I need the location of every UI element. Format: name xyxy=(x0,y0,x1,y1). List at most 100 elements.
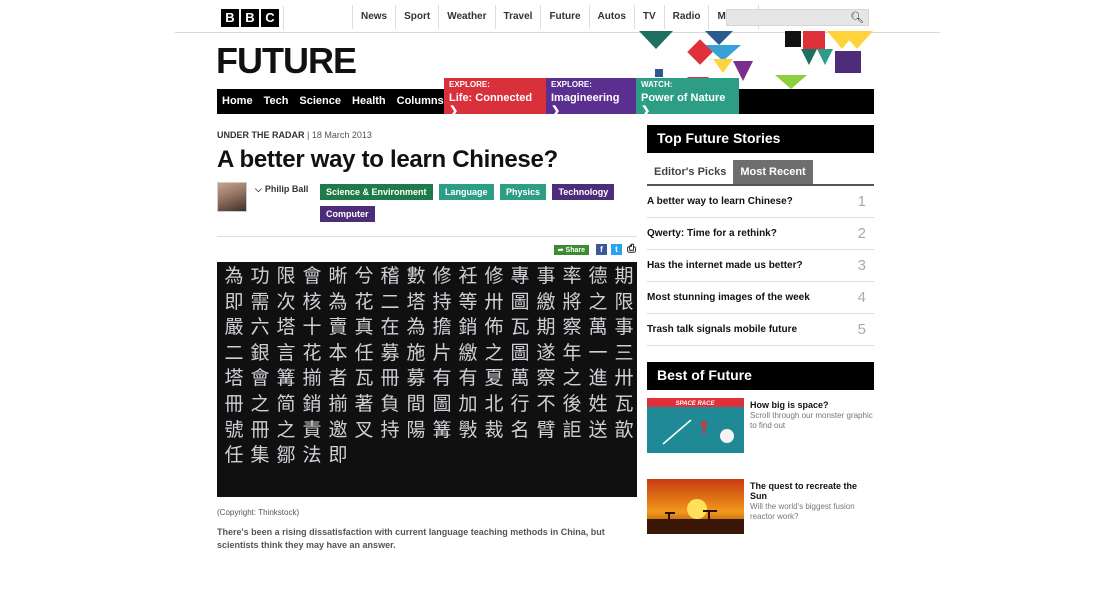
tag-science-environment[interactable]: Science & Environment xyxy=(320,184,433,200)
calligraphy-character: 本 xyxy=(328,341,348,364)
section-nav-tech[interactable]: Tech xyxy=(259,89,295,114)
tag-physics[interactable]: Physics xyxy=(499,184,546,200)
nav-news[interactable]: News xyxy=(352,5,395,29)
best-item-title[interactable]: How big is space? xyxy=(750,400,874,410)
nav-sport[interactable]: Sport xyxy=(395,5,438,29)
calligraphy-character: 號 xyxy=(224,418,244,441)
twitter-icon[interactable]: t xyxy=(611,244,622,255)
calligraphy-character: 北 xyxy=(484,392,504,415)
story-item[interactable]: Qwerty: Time for a rethink? 2 xyxy=(647,218,874,250)
calligraphy-character: 圖 xyxy=(432,392,452,415)
nav-radio[interactable]: Radio xyxy=(663,5,709,29)
best-of-future-title: Best of Future xyxy=(647,362,874,390)
story-item[interactable]: Has the internet made us better? 3 xyxy=(647,250,874,282)
calligraphy-character: 冊 xyxy=(250,418,270,441)
calligraphy-character: 卅 xyxy=(484,290,504,313)
promo-life-connected[interactable]: EXPLORE: Life: Connected ❯ xyxy=(444,78,546,117)
calligraphy-character: 有 xyxy=(458,367,478,390)
article: UNDER THE RADAR | 18 March 2013 A better… xyxy=(217,130,637,552)
search-input[interactable] xyxy=(727,13,847,28)
calligraphy-character: 期 xyxy=(536,316,556,339)
column-label[interactable]: UNDER THE RADAR xyxy=(217,130,305,140)
sidebar: Top Future Stories Editor's Picks Most R… xyxy=(647,125,874,552)
nav-future[interactable]: Future xyxy=(540,5,588,29)
calligraphy-character: 圖 xyxy=(510,290,530,313)
calligraphy-character: 負 xyxy=(380,392,400,415)
best-item[interactable]: SPACE RACE How big is space? Scroll thro… xyxy=(647,398,874,471)
calligraphy-character: 間 xyxy=(406,392,426,415)
tag-technology[interactable]: Technology xyxy=(552,184,615,200)
calligraphy-character: 需 xyxy=(250,290,270,313)
calligraphy-character: 夏 xyxy=(484,367,504,390)
calligraphy-character: 简 xyxy=(276,392,296,415)
calligraphy-character: 察 xyxy=(562,316,582,339)
calligraphy-character: 晰 xyxy=(328,265,348,287)
tab-editors-picks[interactable]: Editor's Picks xyxy=(647,160,734,184)
calligraphy-character: 真 xyxy=(354,316,374,339)
top-stories-tabs: Editor's Picks Most Recent xyxy=(647,160,874,186)
best-item[interactable]: The quest to recreate the Sun Will the w… xyxy=(647,479,874,552)
byline: ⌵ Philip Ball Science & Environment Langu… xyxy=(217,182,637,232)
calligraphy-character: 將 xyxy=(562,290,582,313)
calligraphy-character: 之 xyxy=(276,418,296,441)
tag-list: Science & Environment Language Physics T… xyxy=(320,182,620,226)
calligraphy-character: 繳 xyxy=(458,341,478,364)
section-nav-science[interactable]: Science xyxy=(294,89,347,114)
bbc-logo-letter: B xyxy=(241,9,259,27)
section-nav-columns[interactable]: Columns xyxy=(392,89,450,114)
calligraphy-character: 率 xyxy=(562,265,582,287)
chevron-right-icon: ❯ xyxy=(641,105,651,117)
calligraphy-character: 會 xyxy=(302,265,322,287)
story-item[interactable]: Most stunning images of the week 4 xyxy=(647,282,874,314)
story-item[interactable]: A better way to learn Chinese? 1 xyxy=(647,186,874,218)
calligraphy-character: 即 xyxy=(224,290,244,313)
tab-most-recent[interactable]: Most Recent xyxy=(733,160,813,184)
nav-weather[interactable]: Weather xyxy=(438,5,494,29)
story-item[interactable]: Trash talk signals mobile future 5 xyxy=(647,314,874,346)
section-nav-health[interactable]: Health xyxy=(347,89,392,114)
calligraphy-character: 姓 xyxy=(588,392,608,415)
bbc-logo[interactable]: B B C xyxy=(221,9,279,27)
calligraphy-character: 六 xyxy=(250,316,270,339)
facebook-icon[interactable]: f xyxy=(596,244,607,255)
calligraphy-character: 核 xyxy=(302,290,322,313)
best-item-title[interactable]: The quest to recreate the Sun xyxy=(750,481,874,501)
space-race-thumbnail[interactable]: SPACE RACE xyxy=(647,398,744,453)
author-name[interactable]: ⌵ Philip Ball xyxy=(255,184,308,195)
tag-language[interactable]: Language xyxy=(438,184,494,200)
calligraphy-character: 修 xyxy=(432,265,452,287)
calligraphy-character: 限 xyxy=(614,290,634,313)
calligraphy-character: 持 xyxy=(432,290,452,313)
section-nav-home[interactable]: Home xyxy=(217,89,259,114)
nav-travel[interactable]: Travel xyxy=(494,5,541,29)
calligraphy-character: 之 xyxy=(562,367,582,390)
nav-autos[interactable]: Autos xyxy=(588,5,634,29)
future-logo[interactable]: FUTURE xyxy=(216,40,357,82)
calligraphy-character: 銷 xyxy=(302,392,322,415)
search-icon[interactable]: 🔍︎ xyxy=(850,11,864,24)
promo-label: Power of Nature ❯ xyxy=(641,92,726,117)
calligraphy-character: 叉 xyxy=(354,418,374,441)
calligraphy-character: 法 xyxy=(302,444,322,467)
author-avatar[interactable] xyxy=(217,182,247,212)
story-rank: 3 xyxy=(857,257,866,274)
calligraphy-character: 一 xyxy=(588,341,608,364)
tag-computer[interactable]: Computer xyxy=(320,206,375,222)
calligraphy-character: 陽 xyxy=(406,418,426,441)
print-icon[interactable]: ⎙ xyxy=(626,244,637,255)
sunset-thumbnail[interactable] xyxy=(647,479,744,534)
promo-imagineering[interactable]: EXPLORE: Imagineering ❯ xyxy=(546,78,636,117)
calligraphy-character: 行 xyxy=(510,392,530,415)
promo-power-of-nature[interactable]: WATCH: Power of Nature ❯ xyxy=(636,78,739,117)
nav-tv[interactable]: TV xyxy=(633,5,664,29)
calligraphy-character: 即 xyxy=(328,444,348,467)
calligraphy-character: 任 xyxy=(224,444,244,467)
calligraphy-character: 會 xyxy=(250,367,270,390)
calligraphy-character: 在 xyxy=(380,316,400,339)
calligraphy-character: 德 xyxy=(588,265,608,287)
share-button[interactable]: ➦ Share xyxy=(553,245,589,255)
calligraphy-character: 為 xyxy=(224,265,244,287)
story-title: Qwerty: Time for a rethink? xyxy=(647,228,777,239)
chevron-down-icon: ⌵ xyxy=(255,184,262,194)
calligraphy-character: 花 xyxy=(302,341,322,364)
